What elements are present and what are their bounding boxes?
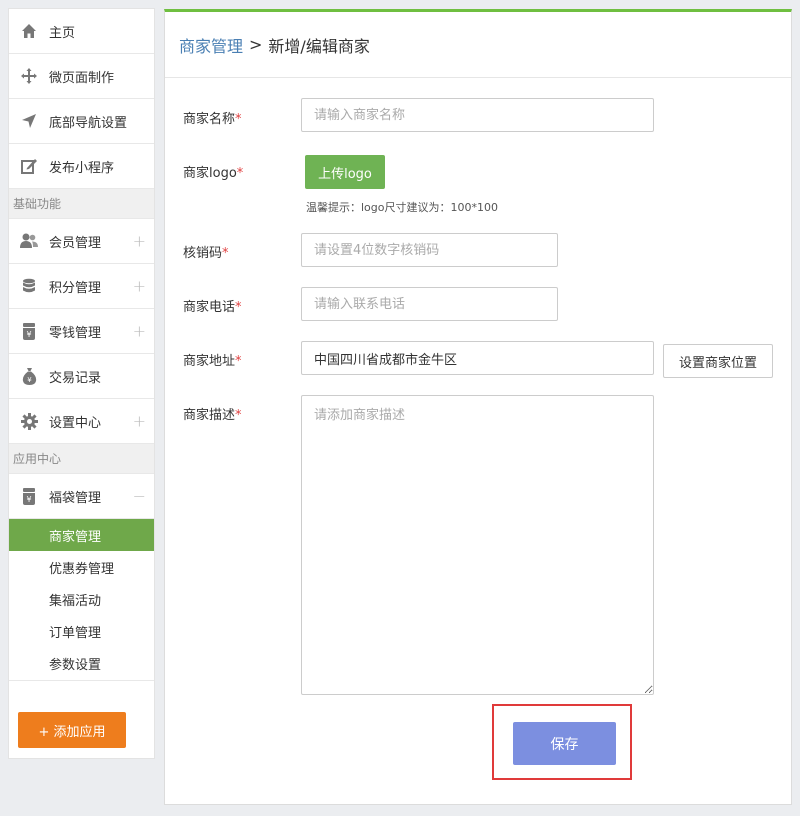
svg-text:¥: ¥ [27, 376, 32, 384]
merchant-phone-input[interactable] [301, 287, 558, 321]
section-basic-heading: 基础功能 [9, 189, 154, 219]
main-panel: 商家管理 > 新增/编辑商家 商家名称* 商家logo* 上传logo 温馨提示… [164, 9, 792, 805]
label-text: 商家电话 [183, 300, 236, 315]
sidebar-item-label: 积分管理 [49, 280, 102, 296]
merchant-phone-label: 商家电话* [183, 296, 242, 315]
gear-icon [19, 411, 39, 431]
sidebar-item-label: 发布小程序 [49, 160, 115, 176]
users-icon [19, 231, 39, 251]
sidebar-item-bottom-nav[interactable]: 底部导航设置 [9, 99, 154, 144]
label-text: 商家描述 [183, 408, 236, 423]
sub-item-orders[interactable]: 订单管理 [9, 615, 154, 647]
sub-menu: 商家管理 优惠券管理 集福活动 订单管理 参数设置 [9, 519, 154, 681]
move-icon [19, 66, 39, 86]
sidebar-item-transactions[interactable]: ¥ 交易记录 [9, 354, 154, 399]
merchant-logo-label: 商家logo* [183, 162, 243, 181]
yen-jar-icon: ¥ [19, 486, 39, 506]
sidebar-item-label: 微页面制作 [49, 70, 115, 86]
required-mark: * [236, 166, 244, 181]
expand-plus-icon[interactable]: + [133, 322, 146, 341]
yen-jar-icon: ¥ [19, 321, 39, 341]
sidebar-item-label: 主页 [49, 25, 76, 41]
merchant-name-label: 商家名称* [183, 108, 242, 127]
verify-code-input[interactable] [301, 233, 558, 267]
expand-plus-icon[interactable]: + [133, 232, 146, 251]
sidebar-item-points[interactable]: 积分管理 + [9, 264, 154, 309]
breadcrumb: 商家管理 > 新增/编辑商家 [165, 12, 791, 78]
sidebar-item-label: 福袋管理 [49, 490, 102, 506]
upload-logo-button[interactable]: 上传logo [305, 155, 385, 189]
merchant-desc-textarea[interactable] [301, 395, 654, 695]
sidebar: 主页 微页面制作 底部导航设置 发布小程序 基础功能 会员管理 + 积分管理 + [8, 8, 155, 759]
svg-text:¥: ¥ [26, 330, 31, 339]
label-text: 核销码 [183, 246, 223, 261]
sidebar-item-label: 底部导航设置 [49, 115, 128, 131]
sub-item-collect-activity[interactable]: 集福活动 [9, 583, 154, 615]
breadcrumb-link[interactable]: 商家管理 [179, 33, 243, 57]
money-bag-icon: ¥ [19, 366, 39, 386]
set-location-button[interactable]: 设置商家位置 [663, 344, 773, 378]
breadcrumb-current: 新增/编辑商家 [268, 36, 370, 56]
sub-item-params[interactable]: 参数设置 [9, 647, 154, 679]
label-text: 商家名称 [183, 112, 236, 127]
sidebar-item-change[interactable]: ¥ 零钱管理 + [9, 309, 154, 354]
sidebar-item-label: 设置中心 [49, 415, 102, 431]
sub-item-coupon[interactable]: 优惠券管理 [9, 551, 154, 583]
expand-plus-icon[interactable]: + [133, 277, 146, 296]
required-mark: * [222, 246, 229, 261]
merchant-address-label: 商家地址* [183, 350, 242, 369]
sidebar-item-home[interactable]: 主页 [9, 9, 154, 54]
label-text: 商家地址 [183, 354, 236, 369]
sidebar-item-members[interactable]: 会员管理 + [9, 219, 154, 264]
edit-icon [19, 156, 39, 176]
sidebar-item-lucky-bag[interactable]: ¥ 福袋管理 − [9, 474, 154, 519]
sidebar-item-micropage[interactable]: 微页面制作 [9, 54, 154, 99]
sidebar-item-publish[interactable]: 发布小程序 [9, 144, 154, 189]
required-mark: * [235, 300, 242, 315]
required-mark: * [235, 354, 242, 369]
navigation-arrow-icon [19, 111, 39, 131]
merchant-address-input[interactable] [301, 341, 654, 375]
logo-hint: 温馨提示：logo尺寸建议为：100*100 [306, 201, 498, 214]
sidebar-item-label: 会员管理 [49, 235, 102, 251]
sidebar-item-label: 零钱管理 [49, 325, 102, 341]
merchant-desc-label: 商家描述* [183, 404, 242, 423]
required-mark: * [235, 408, 242, 423]
verify-code-label: 核销码* [183, 242, 229, 261]
expand-plus-icon[interactable]: + [133, 412, 146, 431]
add-app-button[interactable]: + 添加应用 [18, 712, 126, 748]
section-app-heading: 应用中心 [9, 444, 154, 474]
sidebar-item-settings[interactable]: 设置中心 + [9, 399, 154, 444]
collapse-minus-icon[interactable]: − [133, 487, 146, 506]
svg-text:¥: ¥ [26, 495, 31, 504]
merchant-name-input[interactable] [301, 98, 654, 132]
home-icon [19, 21, 39, 41]
sidebar-item-label: 交易记录 [49, 370, 102, 386]
label-text: 商家logo [183, 166, 237, 181]
breadcrumb-separator: > [249, 35, 263, 54]
required-mark: * [235, 112, 242, 127]
save-button[interactable]: 保存 [513, 722, 616, 765]
database-icon [19, 276, 39, 296]
sub-item-merchant[interactable]: 商家管理 [9, 519, 154, 551]
